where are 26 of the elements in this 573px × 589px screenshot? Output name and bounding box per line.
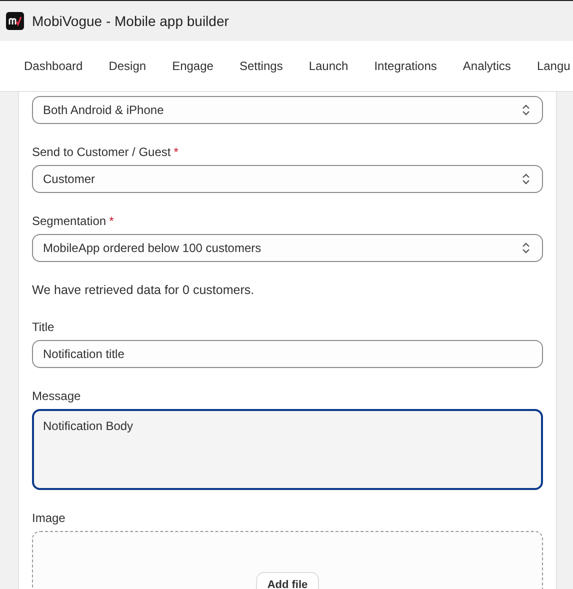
info-text: We have retrieved data for 0 customers. [32, 282, 256, 299]
select-field[interactable]: Both Android & iPhone [32, 96, 543, 124]
add-file-button[interactable]: Add file [256, 572, 319, 589]
chevron-up-down-icon [522, 173, 530, 185]
field-label: Image [32, 510, 66, 527]
field-label: Segmentation * [32, 213, 115, 230]
nav-tab[interactable]: Analytics [462, 59, 511, 73]
nav-tab[interactable]: Launch [308, 59, 348, 73]
nav-tab[interactable]: Engage [172, 59, 214, 73]
field-label: Send to Customer / Guest * [32, 144, 180, 161]
field-label: Title [32, 319, 56, 336]
nav-tab[interactable]: Langu [536, 59, 570, 73]
nav-tab[interactable]: Design [108, 59, 146, 73]
window-title: MobiVogue - Mobile app builder [32, 13, 229, 29]
nav-tab[interactable]: Settings [239, 59, 283, 73]
select-field[interactable]: Customer [32, 165, 543, 193]
nav-tab[interactable]: Integrations [374, 59, 437, 73]
select-field[interactable]: MobileApp ordered below 100 customers [32, 234, 543, 262]
nav-tab[interactable]: Dashboard [24, 59, 83, 73]
field-label: Message [32, 388, 82, 405]
message-textarea[interactable]: Notification Body [32, 409, 543, 490]
file-dropzone[interactable]: Add file [32, 531, 543, 589]
title-input[interactable]: Notification title [32, 340, 543, 368]
chevron-up-down-icon [522, 242, 530, 254]
logo-icon [6, 12, 24, 30]
chevron-up-down-icon [522, 104, 530, 116]
